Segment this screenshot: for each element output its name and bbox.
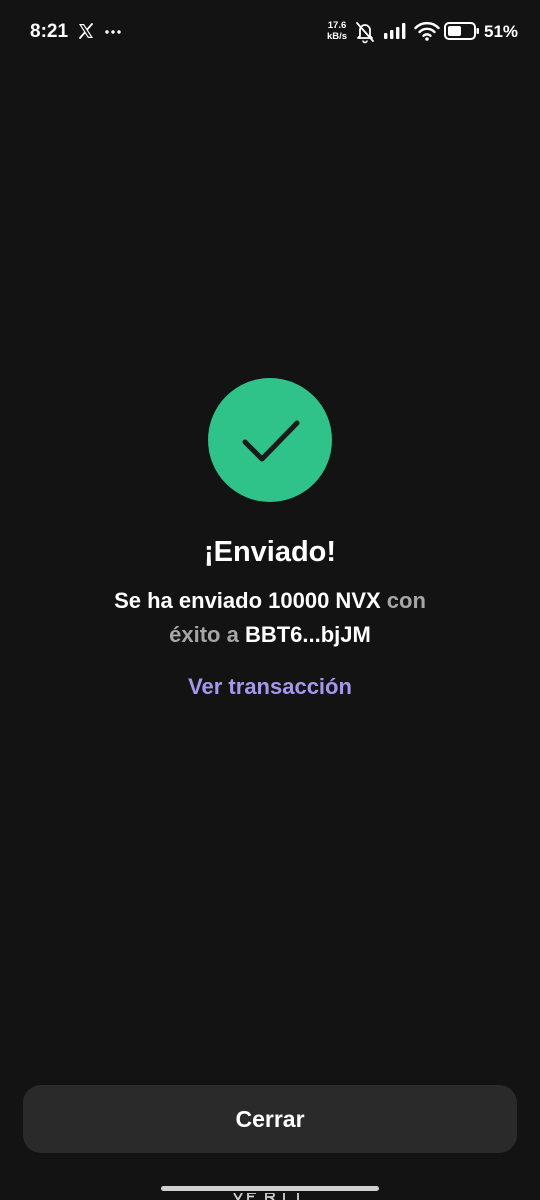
more-dots-icon: [105, 30, 121, 34]
cropped-content-edge: [233, 1193, 299, 1200]
status-bar: 8:21 17.6 kB/s 51%: [0, 0, 540, 62]
view-transaction-link[interactable]: Ver transacción: [0, 670, 540, 704]
x-logo-icon: [79, 23, 93, 39]
wifi-icon: [414, 21, 440, 41]
checkmark-icon: [242, 420, 300, 462]
message-line-1: Se ha enviado 10000 NVX con: [60, 584, 480, 618]
message-success-text: éxito a: [169, 622, 239, 647]
close-button[interactable]: Cerrar: [23, 1085, 517, 1153]
success-message: Se ha enviado 10000 NVX con éxito a BBT6…: [60, 584, 480, 652]
message-line-2: éxito a BBT6...bjJM: [60, 618, 480, 652]
screen: 8:21 17.6 kB/s 51% ¡Enviado! Se ha envia…: [0, 0, 540, 1200]
home-indicator[interactable]: [161, 1186, 379, 1191]
success-badge: [208, 378, 332, 502]
battery-icon: [444, 22, 479, 40]
signal-icon: [384, 23, 406, 39]
message-connector-text: con: [380, 588, 426, 613]
message-amount-text: Se ha enviado 10000 NVX: [114, 588, 381, 613]
mute-icon: [356, 22, 374, 44]
success-title: ¡Enviado!: [203, 536, 337, 568]
net-speed-value: 17.6: [327, 20, 347, 31]
net-speed: 17.6 kB/s: [322, 20, 352, 42]
battery-percentage: 51%: [484, 22, 519, 41]
net-speed-unit: kB/s: [326, 31, 348, 42]
message-recipient-address: BBT6...bjJM: [238, 622, 371, 647]
status-time: 8:21: [30, 21, 69, 42]
